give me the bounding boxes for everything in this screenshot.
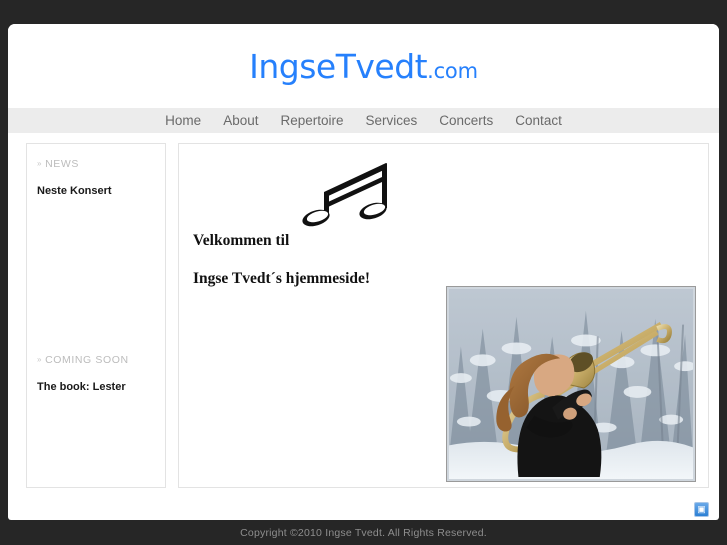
main-content-panel: Velkommen til Ingse Tvedt´s hjemmeside! <box>178 143 709 488</box>
sidebar: » NEWS Neste Konsert » COMING SOON The boo… <box>26 143 166 488</box>
trombone-photo <box>449 289 693 479</box>
sidebar-link-the-book-lester[interactable]: The book: Lester <box>37 380 155 395</box>
sidebar-block-coming-soon: » COMING SOON The book: Lester <box>37 354 155 395</box>
nav-item-services[interactable]: Services <box>355 108 429 133</box>
logo-name: IngseTvedt <box>249 46 428 86</box>
sidebar-heading-news: » NEWS <box>37 158 155 170</box>
plugin-icon[interactable]: ▣ <box>694 502 709 517</box>
chevron-right-icon: » <box>37 159 43 168</box>
sidebar-heading-news-label: NEWS <box>45 158 79 170</box>
nav-item-contact[interactable]: Contact <box>504 108 573 133</box>
nav-item-about[interactable]: About <box>212 108 269 133</box>
welcome-line-2: Ingse Tvedt´s hjemmeside! <box>193 270 371 287</box>
nav-item-concerts[interactable]: Concerts <box>428 108 504 133</box>
plugin-glyph: ▣ <box>697 504 706 514</box>
page-shell: IngseTvedt.com Home About Repertoire Ser… <box>8 24 719 520</box>
welcome-text: Velkommen til Ingse Tvedt´s hjemmeside! <box>193 232 443 308</box>
site-footer: Copyright ©2010 Ingse Tvedt. All Rights … <box>0 520 727 545</box>
sidebar-heading-coming-soon: » COMING SOON <box>37 354 155 366</box>
content-columns: » NEWS Neste Konsert » COMING SOON The boo… <box>8 133 719 488</box>
nav-item-repertoire[interactable]: Repertoire <box>269 108 354 133</box>
sidebar-heading-coming-soon-label: COMING SOON <box>45 354 129 367</box>
nav-item-home[interactable]: Home <box>154 108 212 133</box>
music-notes-icon <box>302 163 387 227</box>
chevron-right-icon: » <box>37 355 43 365</box>
main-navigation: Home About Repertoire Services Concerts … <box>8 108 719 133</box>
logo-tld: .com <box>427 58 478 83</box>
sidebar-link-neste-konsert[interactable]: Neste Konsert <box>37 184 155 199</box>
welcome-line-1: Velkommen til <box>193 232 290 249</box>
site-header: IngseTvedt.com <box>8 24 719 108</box>
site-logo[interactable]: IngseTvedt.com <box>249 50 478 83</box>
trombone-photo-frame <box>446 286 696 482</box>
sidebar-block-news: » NEWS Neste Konsert <box>37 158 155 199</box>
copyright-text: Copyright ©2010 Ingse Tvedt. All Rights … <box>240 526 487 539</box>
trombone-player-image <box>449 289 693 479</box>
